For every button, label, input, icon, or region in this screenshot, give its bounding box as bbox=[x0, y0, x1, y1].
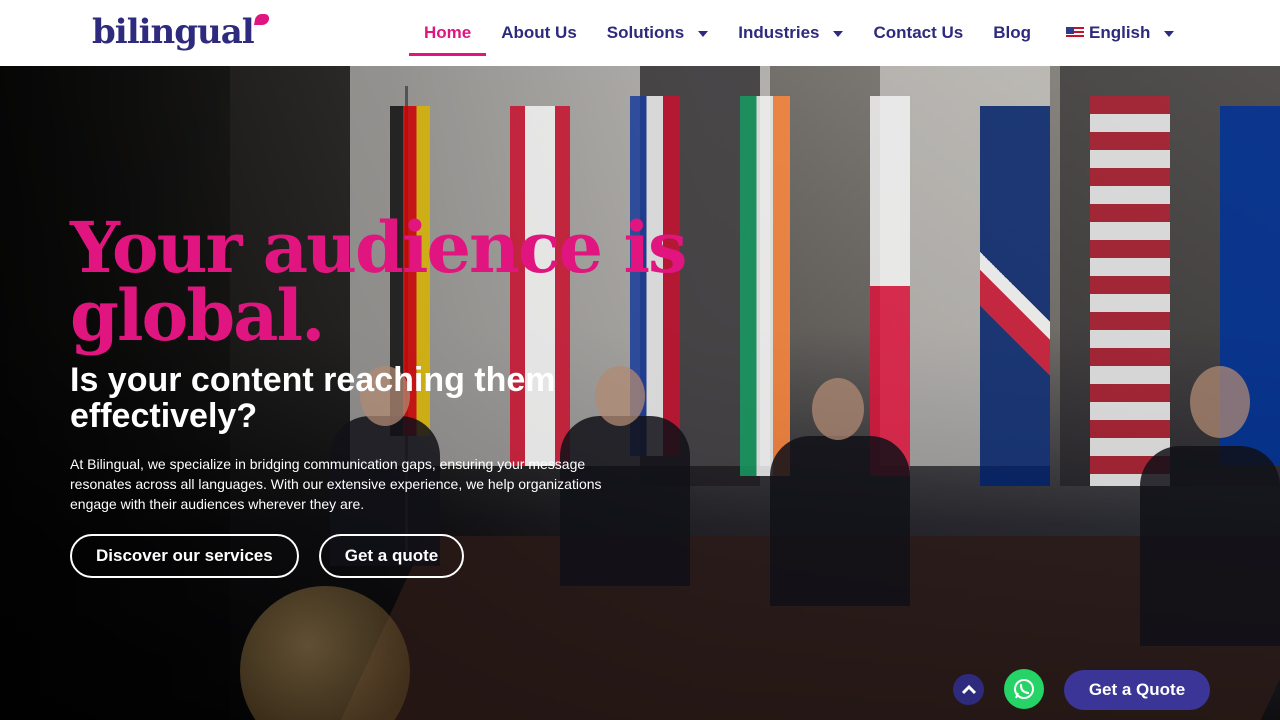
us-flag-icon bbox=[1066, 27, 1084, 39]
whatsapp-button[interactable] bbox=[1004, 669, 1044, 709]
hero-description: At Bilingual, we specialize in bridging … bbox=[70, 456, 602, 512]
caret-down-icon bbox=[698, 31, 709, 37]
scroll-to-top-button[interactable] bbox=[953, 674, 984, 705]
get-a-quote-button[interactable]: Get a quote bbox=[318, 534, 465, 578]
hero-headline: Your audience is global. bbox=[70, 206, 687, 357]
chevron-up-icon bbox=[961, 684, 976, 694]
nav-item-label: Solutions bbox=[606, 23, 685, 42]
hero-content: Your audience is global. Is your content… bbox=[70, 213, 687, 578]
nav-item-contact-us[interactable]: Contact Us bbox=[858, 0, 978, 66]
hero-section: Your audience is global. Is your content… bbox=[0, 66, 1280, 720]
logo-speech-icon bbox=[253, 14, 270, 25]
nav-item-industries[interactable]: Industries bbox=[723, 0, 858, 66]
logo[interactable]: bilingual bbox=[92, 12, 270, 52]
nav-item-label: Industries bbox=[738, 23, 820, 42]
hero-subheadline: Is your content reaching them effectivel… bbox=[70, 361, 556, 435]
hero-buttons: Discover our services Get a quote bbox=[70, 534, 670, 578]
main-nav: Home About Us Solutions Industries Conta… bbox=[409, 0, 1189, 66]
nav-item-solutions[interactable]: Solutions bbox=[592, 0, 723, 66]
language-selector[interactable]: English bbox=[1051, 0, 1189, 66]
caret-down-icon bbox=[833, 31, 844, 37]
nav-item-home[interactable]: Home bbox=[409, 0, 487, 66]
discover-services-button[interactable]: Discover our services bbox=[70, 534, 299, 578]
nav-item-label: About Us bbox=[501, 23, 577, 42]
nav-item-about-us[interactable]: About Us bbox=[486, 0, 592, 66]
nav-item-label: Blog bbox=[993, 23, 1031, 42]
whatsapp-icon bbox=[1014, 679, 1034, 699]
get-a-quote-floating-button[interactable]: Get a Quote bbox=[1064, 670, 1210, 710]
nav-item-label: Home bbox=[424, 23, 472, 42]
caret-down-icon bbox=[1164, 31, 1175, 37]
nav-item-label: Contact Us bbox=[873, 23, 964, 42]
nav-item-blog[interactable]: Blog bbox=[978, 0, 1046, 66]
site-header: bilingual Home About Us Solutions Indust… bbox=[0, 0, 1280, 66]
logo-text: bilingual bbox=[92, 12, 255, 52]
language-label: English bbox=[1089, 23, 1151, 42]
